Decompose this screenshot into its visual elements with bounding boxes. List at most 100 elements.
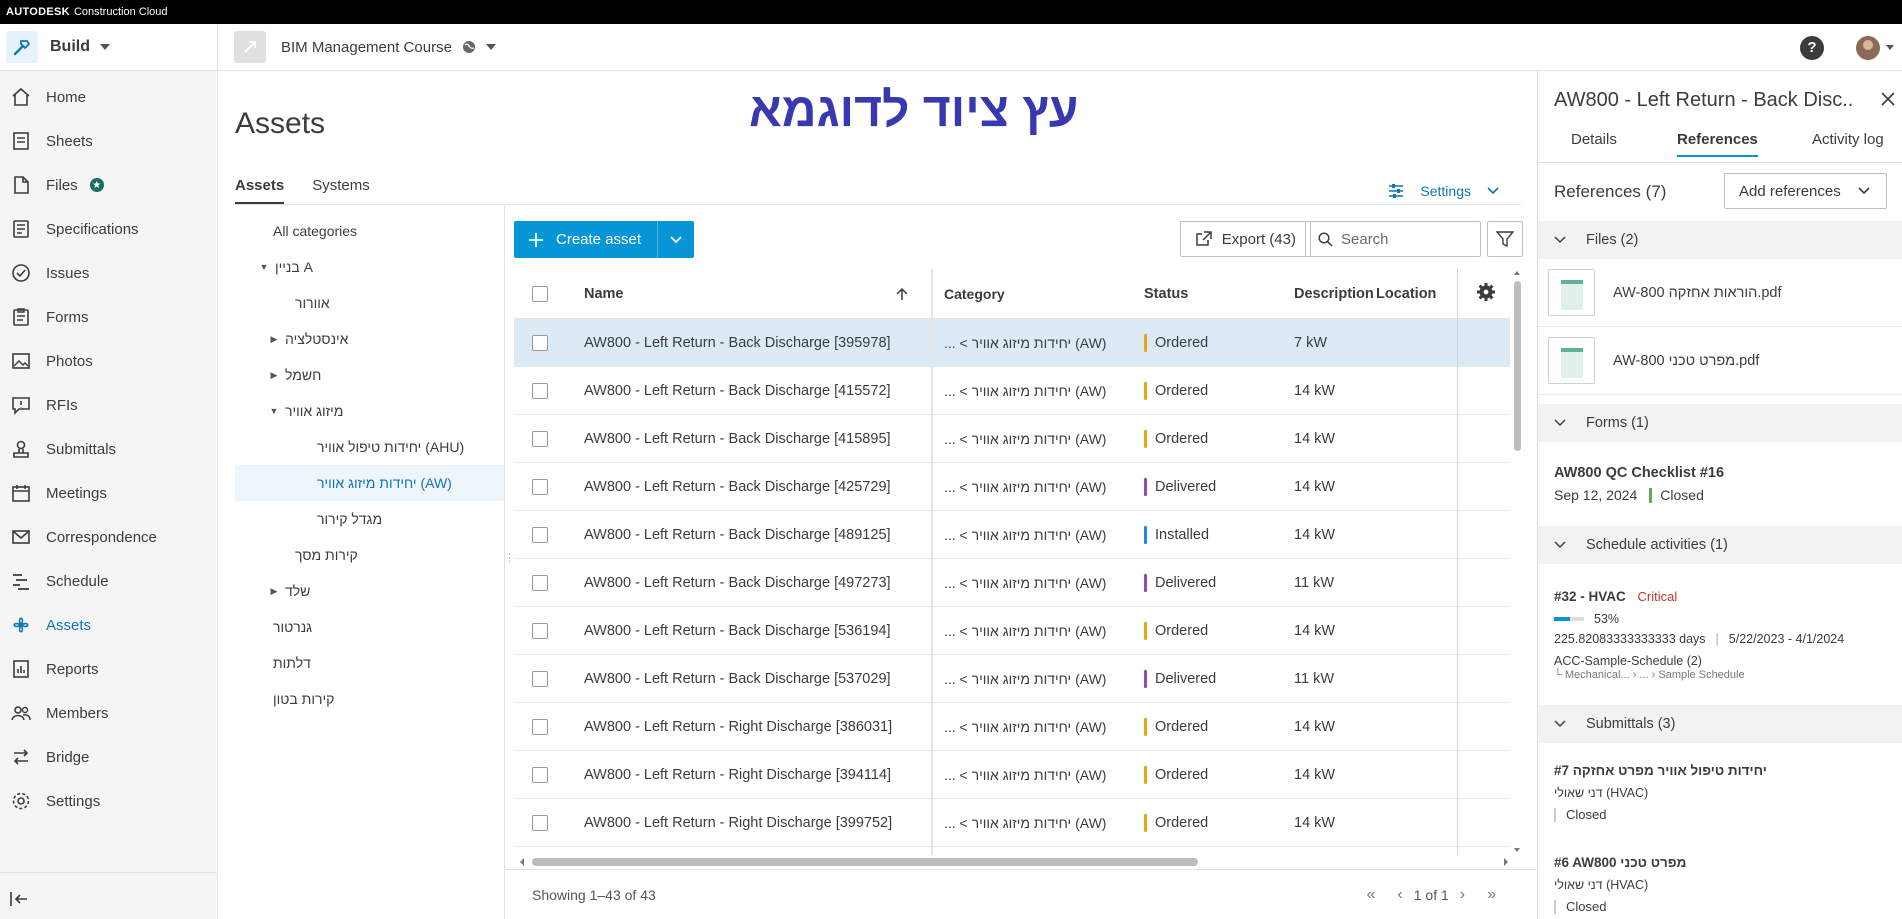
sidebar-item-specifications[interactable]: Specifications [0, 207, 217, 251]
sidebar-item-members[interactable]: Members [0, 691, 217, 735]
horizontal-scrollbar[interactable] [516, 853, 1512, 869]
tree-item[interactable]: אוורור [235, 285, 504, 321]
table-row[interactable]: AW800 - Left Return - Right Discharge [3… [514, 703, 1510, 751]
table-row[interactable]: AW800 - Left Return - Back Discharge [41… [514, 367, 1510, 415]
sidebar-item-assets[interactable]: Assets [0, 603, 217, 647]
help-button[interactable]: ? [1800, 35, 1824, 60]
file-reference[interactable]: AW-800 מפרט טכני.pdf [1538, 327, 1902, 395]
column-header-location[interactable]: Location [1376, 286, 1436, 302]
sidebar-item-bridge[interactable]: Bridge [0, 735, 217, 779]
tree-item[interactable]: מגדל קירור [235, 501, 504, 537]
schedule-activity[interactable]: #32 - HVAC Critical 53% 225.820833333333… [1554, 589, 1892, 681]
form-reference[interactable]: AW800 QC Checklist #16 Sep 12, 2024 Clos… [1554, 465, 1892, 503]
last-page-icon[interactable]: » [1487, 886, 1496, 904]
vertical-scroll-thumb[interactable] [1514, 281, 1521, 451]
table-row[interactable]: AW800 - Left Return - Back Discharge [39… [514, 319, 1510, 367]
schedule-section-header[interactable]: Schedule activities (1) [1538, 526, 1902, 564]
row-checkbox[interactable] [532, 670, 548, 687]
row-checkbox[interactable] [532, 622, 548, 639]
row-checkbox[interactable] [532, 574, 548, 591]
avatar[interactable] [1856, 35, 1880, 60]
project-switcher[interactable]: BIM Management Course [218, 31, 496, 63]
sidebar-item-issues[interactable]: Issues [0, 251, 217, 295]
tree-item[interactable]: ▼ מיזוג אוויר [235, 393, 504, 429]
table-row[interactable]: AW800 - Left Return - Back Discharge [53… [514, 607, 1510, 655]
caret-right-icon[interactable]: ▶ [267, 334, 281, 345]
next-page-icon[interactable]: › [1460, 886, 1465, 904]
column-header-name[interactable]: Name [584, 286, 624, 302]
caret-down-icon[interactable]: ▼ [257, 262, 271, 272]
table-row[interactable]: AW800 - Left Return - Back Discharge [41… [514, 415, 1510, 463]
chevron-down-icon[interactable] [1886, 45, 1894, 50]
tree-item[interactable]: קירות בטון [235, 681, 504, 717]
submittal-reference[interactable]: #7 יחידות טיפול אוויר מפרט אחזקה דני שאו… [1554, 763, 1892, 825]
tree-item[interactable]: ▼ בניין A [235, 249, 504, 285]
column-header-status[interactable]: Status [1144, 286, 1188, 302]
tree-item[interactable]: All categories [235, 213, 504, 249]
tree-item[interactable]: ▶ שלד [235, 573, 504, 609]
sidebar-item-submittals[interactable]: Submittals [0, 427, 217, 471]
row-checkbox[interactable] [532, 334, 548, 351]
column-header-description[interactable]: Description [1294, 286, 1374, 302]
column-header-category[interactable]: Category [944, 286, 1005, 302]
table-row[interactable]: AW800 - Left Return - Back Discharge [48… [514, 511, 1510, 559]
product-switcher[interactable]: Build [0, 23, 218, 71]
sidebar-item-meetings[interactable]: Meetings [0, 471, 217, 515]
submittal-reference[interactable]: #6 AW800 מפרט טכני דני שאולי (HVAC) Clos… [1554, 855, 1892, 917]
file-reference[interactable]: AW-800 הוראות אחזקה.pdf [1538, 259, 1902, 327]
row-checkbox[interactable] [532, 478, 548, 495]
search-input[interactable] [1341, 230, 1461, 248]
forms-section-header[interactable]: Forms (1) [1538, 404, 1902, 442]
vertical-scrollbar[interactable] [1511, 269, 1523, 855]
sidebar-item-rfis[interactable]: RFIs [0, 383, 217, 427]
tab-details[interactable]: Details [1571, 131, 1617, 155]
row-checkbox[interactable] [532, 382, 548, 399]
caret-right-icon[interactable]: ▶ [267, 586, 281, 597]
collapse-sidebar-icon[interactable] [10, 891, 30, 907]
tree-item[interactable]: קירות מסך [235, 537, 504, 573]
table-row[interactable]: AW800 - Left Return - Back Discharge [49… [514, 559, 1510, 607]
sidebar-item-settings[interactable]: Settings [0, 779, 217, 823]
sidebar-item-reports[interactable]: Reports [0, 647, 217, 691]
sidebar-item-schedule[interactable]: Schedule [0, 559, 217, 603]
tree-item[interactable]: יחידות מיזוג אוויר (AW) [235, 465, 504, 501]
sidebar-item-home[interactable]: Home [0, 75, 217, 119]
row-checkbox[interactable] [532, 718, 548, 735]
filter-button[interactable] [1487, 221, 1523, 257]
table-row[interactable]: AW800 - Left Return - Back Discharge [53… [514, 655, 1510, 703]
submittals-section-header[interactable]: Submittals (3) [1538, 705, 1902, 743]
settings-button[interactable]: Settings [1380, 183, 1507, 199]
caret-right-icon[interactable]: ▶ [267, 370, 281, 381]
tab-activity-log[interactable]: Activity log [1812, 131, 1884, 155]
tab-references[interactable]: References [1677, 131, 1758, 157]
tree-item[interactable]: דלתות [235, 645, 504, 681]
first-page-icon[interactable]: « [1367, 886, 1376, 904]
row-checkbox[interactable] [532, 430, 548, 447]
create-asset-button[interactable]: Create asset [514, 221, 659, 258]
create-asset-dropdown[interactable] [658, 221, 694, 258]
tree-item[interactable]: ▶ חשמל [235, 357, 504, 393]
table-row[interactable]: AW800 - Left Return - Back Discharge [42… [514, 463, 1510, 511]
sidebar-item-sheets[interactable]: Sheets [0, 119, 217, 163]
sidebar-item-forms[interactable]: Forms [0, 295, 217, 339]
sidebar-item-files[interactable]: Files ★ [0, 163, 217, 207]
gear-icon[interactable] [1476, 282, 1496, 302]
sidebar-item-photos[interactable]: Photos [0, 339, 217, 383]
select-all-checkbox[interactable] [532, 285, 548, 302]
sort-ascending-icon[interactable] [896, 287, 908, 301]
tree-item[interactable]: ▶ אינסטלציה [235, 321, 504, 357]
caret-down-icon[interactable]: ▼ [267, 406, 281, 416]
tree-item[interactable]: גנרטור [235, 609, 504, 645]
tab-assets[interactable]: Assets [235, 177, 285, 204]
row-checkbox[interactable] [532, 526, 548, 543]
add-references-button[interactable]: Add references [1724, 173, 1887, 209]
horizontal-scroll-thumb[interactable] [532, 858, 1198, 866]
prev-page-icon[interactable]: ‹ [1397, 886, 1402, 904]
tab-systems[interactable]: Systems [312, 177, 370, 204]
table-row[interactable]: AW800 - Left Return - Right Discharge [3… [514, 799, 1510, 847]
table-row[interactable]: AW800 - Left Return - Right Discharge [3… [514, 751, 1510, 799]
row-checkbox[interactable] [532, 814, 548, 831]
row-checkbox[interactable] [532, 766, 548, 783]
tree-item[interactable]: יחידות טיפול אוויר (AHU) [235, 429, 504, 465]
close-icon[interactable] [1880, 91, 1896, 107]
